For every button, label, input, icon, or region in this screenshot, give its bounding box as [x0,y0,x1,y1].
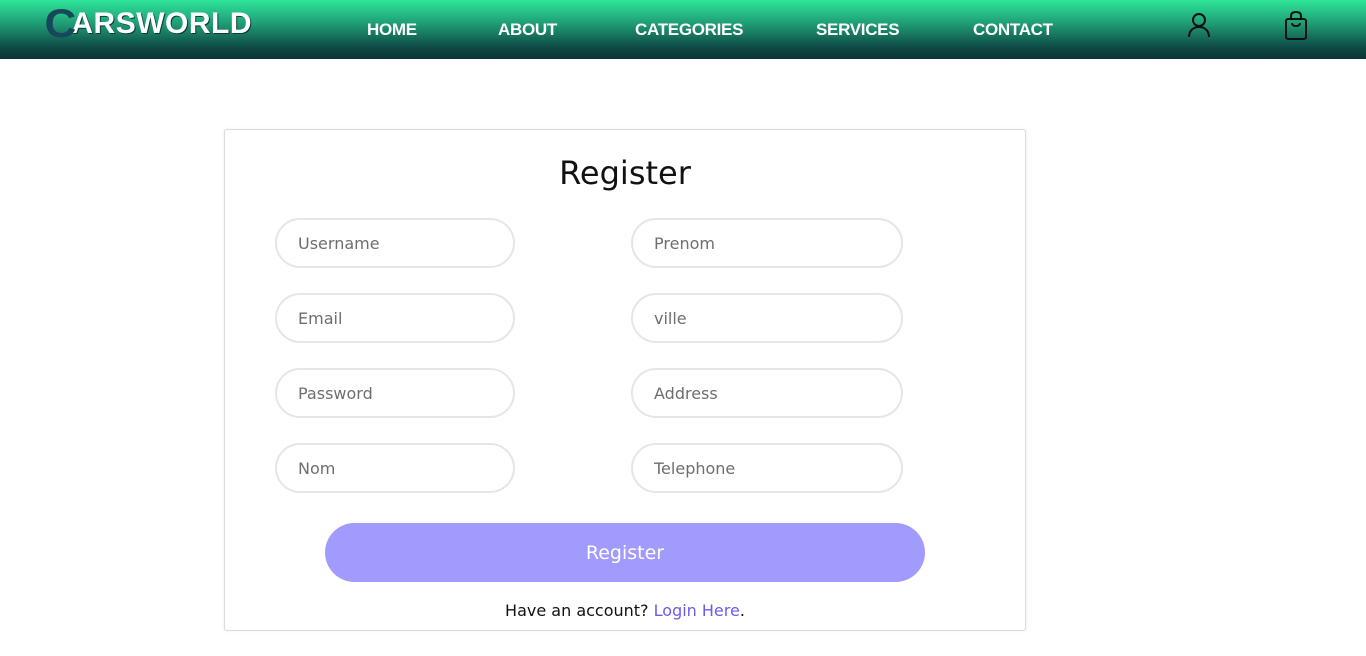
login-prompt: Have an account? Login Here. [225,601,1025,620]
login-prompt-suffix: . [739,601,745,620]
user-icon[interactable] [1185,11,1213,39]
shopping-bag-icon[interactable] [1282,10,1310,42]
register-card: Register Register Have an account? Login… [224,129,1026,631]
nav-categories[interactable]: CATEGORIES [635,19,743,41]
telephone-field[interactable] [631,443,903,493]
login-prompt-text: Have an account? [505,601,654,620]
logo-first-letter: C [44,2,77,46]
nav-home[interactable]: HOME [367,19,417,41]
logo-text: ARSWORLD [71,7,253,40]
site-logo[interactable]: CARSWORLD [44,2,253,48]
nav-about[interactable]: ABOUT [498,19,557,41]
prenom-field[interactable] [631,218,903,268]
email-field[interactable] [275,293,515,343]
ville-field[interactable] [631,293,903,343]
nav-contact[interactable]: CONTACT [973,19,1053,41]
password-field[interactable] [275,368,515,418]
nom-field[interactable] [275,443,515,493]
login-link[interactable]: Login Here [654,601,740,620]
navbar: CARSWORLD HOME ABOUT CATEGORIES SERVICES… [0,0,1366,59]
address-field[interactable] [631,368,903,418]
register-button[interactable]: Register [325,523,925,582]
page-title: Register [559,154,691,192]
nav-services[interactable]: SERVICES [816,19,900,41]
username-field[interactable] [275,218,515,268]
